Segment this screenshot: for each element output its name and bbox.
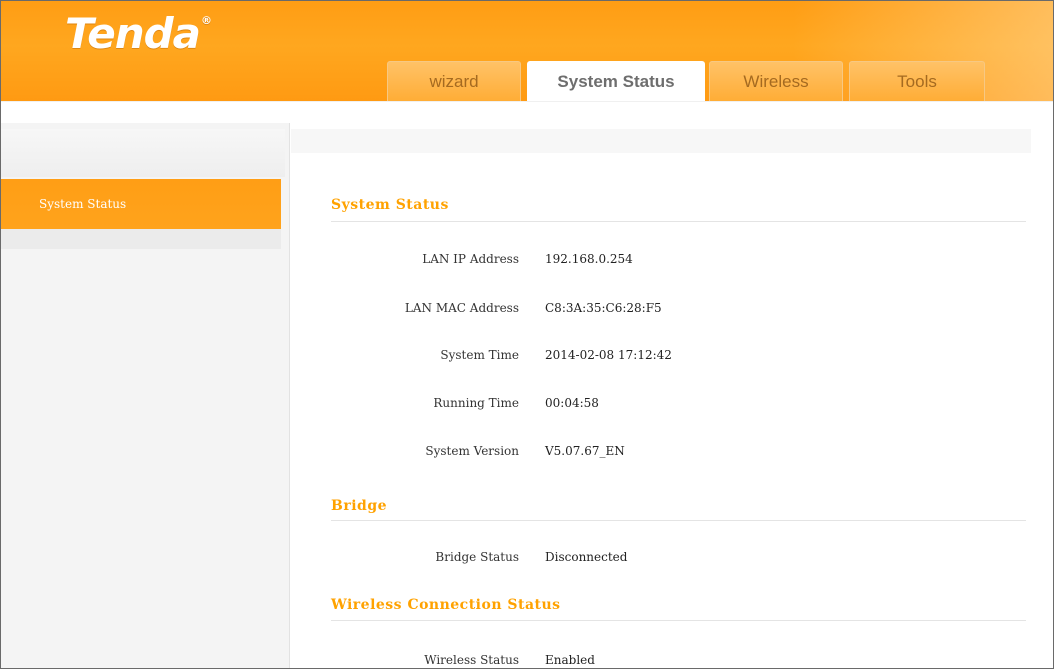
router-admin-window: Tenda® wizard System Status Wireless Too… xyxy=(0,0,1054,669)
system-version-label: System Version xyxy=(425,444,519,458)
lan-mac-label: LAN MAC Address xyxy=(404,301,519,315)
section-divider xyxy=(331,221,1026,222)
tab-tools[interactable]: Tools xyxy=(849,61,985,101)
tab-wireless[interactable]: Wireless xyxy=(709,61,843,101)
section-title-system-status: System Status xyxy=(331,197,449,213)
section-title-bridge: Bridge xyxy=(331,498,388,514)
running-time-label: Running Time xyxy=(433,396,519,410)
section-title-wireless-connection-status: Wireless Connection Status xyxy=(331,597,561,613)
wireless-status-value: Enabled xyxy=(545,653,595,667)
bridge-status-label: Bridge Status xyxy=(435,550,519,564)
section-divider xyxy=(331,620,1026,621)
tab-wizard[interactable]: wizard xyxy=(387,61,521,101)
sidebar-item-system-status[interactable]: System Status xyxy=(1,179,281,229)
running-time-value: 00:04:58 xyxy=(545,396,599,410)
section-divider xyxy=(331,520,1026,521)
system-time-label: System Time xyxy=(440,348,519,362)
lan-ip-value: 192.168.0.254 xyxy=(545,252,633,266)
system-time-value: 2014-02-08 17:12:42 xyxy=(545,348,672,362)
bridge-status-value: Disconnected xyxy=(545,550,628,564)
main-content: System Status LAN IP Address 192.168.0.2… xyxy=(291,123,1053,668)
content-header-strip xyxy=(291,129,1031,153)
sub-header-strip xyxy=(1,101,1053,124)
lan-ip-label: LAN IP Address xyxy=(422,252,519,266)
tab-system-status[interactable]: System Status xyxy=(527,61,705,102)
system-version-value: V5.07.67_EN xyxy=(545,444,625,458)
lan-mac-value: C8:3A:35:C6:28:F5 xyxy=(545,301,662,315)
tenda-logo: Tenda® xyxy=(65,9,212,58)
wireless-status-label: Wireless Status xyxy=(424,653,519,667)
sidebar-divider xyxy=(1,229,281,249)
sidebar: System Status xyxy=(1,123,290,668)
header-bar: Tenda® wizard System Status Wireless Too… xyxy=(1,1,1053,102)
sidebar-header-block xyxy=(1,129,285,177)
